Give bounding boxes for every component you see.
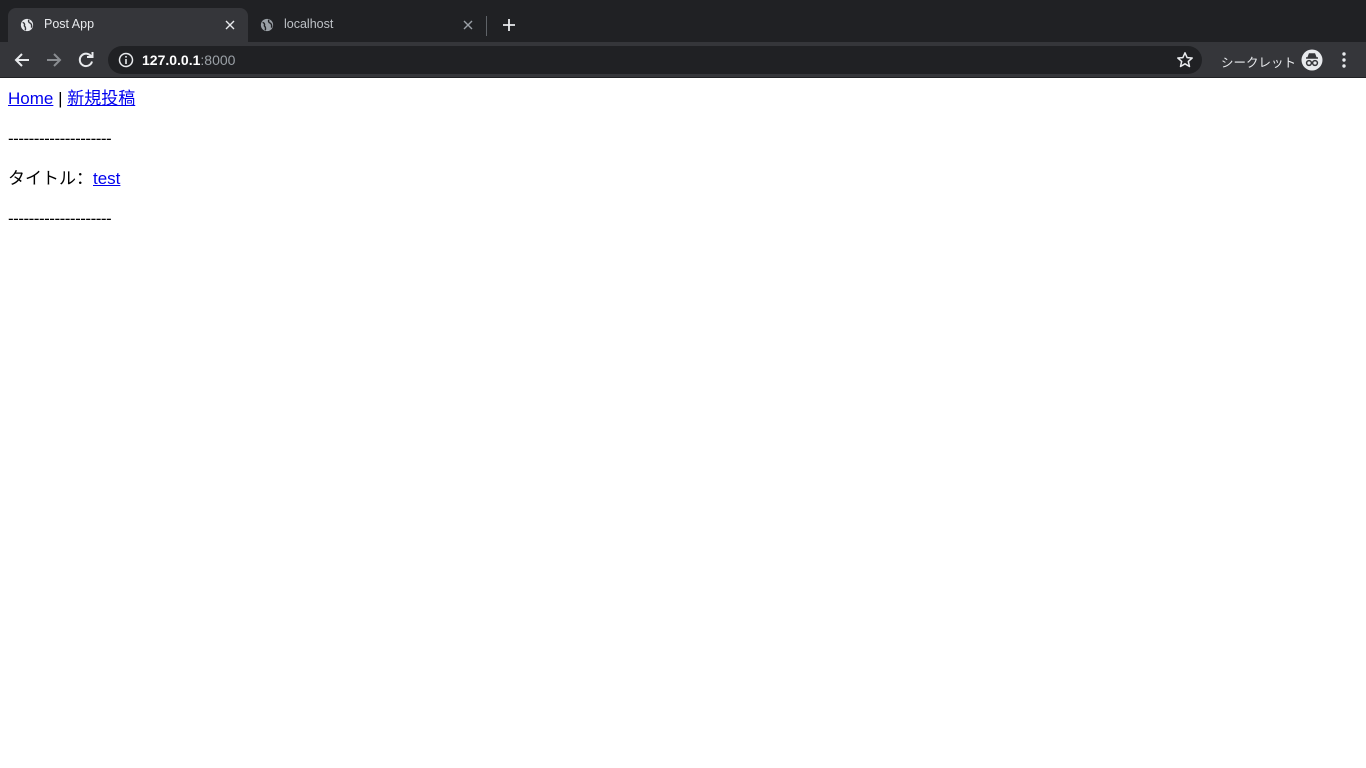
- new-tab-button[interactable]: [498, 14, 520, 36]
- star-icon[interactable]: [1176, 51, 1194, 69]
- forward-button[interactable]: [42, 48, 66, 72]
- tab-separator: [486, 16, 487, 36]
- kebab-menu-icon[interactable]: [1336, 50, 1352, 70]
- tab-post-app[interactable]: Post App: [8, 8, 248, 42]
- tab-title: localhost: [284, 17, 334, 31]
- close-icon[interactable]: [460, 17, 476, 33]
- home-link[interactable]: Home: [8, 89, 53, 108]
- reload-button[interactable]: [74, 48, 98, 72]
- incognito-label: シークレット: [1221, 56, 1297, 70]
- nav-separator: |: [53, 89, 68, 108]
- new-post-link[interactable]: 新規投稿: [67, 89, 135, 108]
- globe-icon: [20, 18, 34, 32]
- back-button[interactable]: [10, 48, 34, 72]
- tab-localhost[interactable]: localhost: [248, 8, 486, 42]
- incognito-icon[interactable]: [1301, 49, 1323, 71]
- url-port: :8000: [200, 52, 236, 68]
- address-bar[interactable]: 127.0.0.1:8000: [108, 46, 1202, 74]
- globe-icon: [260, 18, 274, 32]
- url-host: 127.0.0.1: [142, 52, 201, 68]
- page-content: Home | 新規投稿 -------------------- タイトル：te…: [0, 79, 1366, 768]
- browser-toolbar: 127.0.0.1:8000: [0, 42, 1366, 78]
- divider-line: --------------------: [8, 129, 112, 148]
- site-nav: Home | 新規投稿: [8, 87, 1358, 111]
- post-item: タイトル：test: [8, 167, 1358, 191]
- close-icon[interactable]: [222, 17, 238, 33]
- post-title-link[interactable]: test: [93, 169, 120, 188]
- divider-line-end: --------------------: [8, 209, 112, 228]
- tab-title: Post App: [44, 17, 95, 31]
- tab-strip: Post App localhost: [0, 0, 1366, 42]
- url-text: 127.0.0.1:8000: [142, 52, 235, 68]
- reload-icon: [78, 52, 94, 68]
- forward-arrow-icon: [47, 53, 62, 67]
- info-icon[interactable]: [118, 52, 134, 68]
- back-arrow-icon: [14, 53, 29, 67]
- plus-icon: [503, 19, 515, 31]
- post-title-label: タイトル：: [8, 169, 93, 188]
